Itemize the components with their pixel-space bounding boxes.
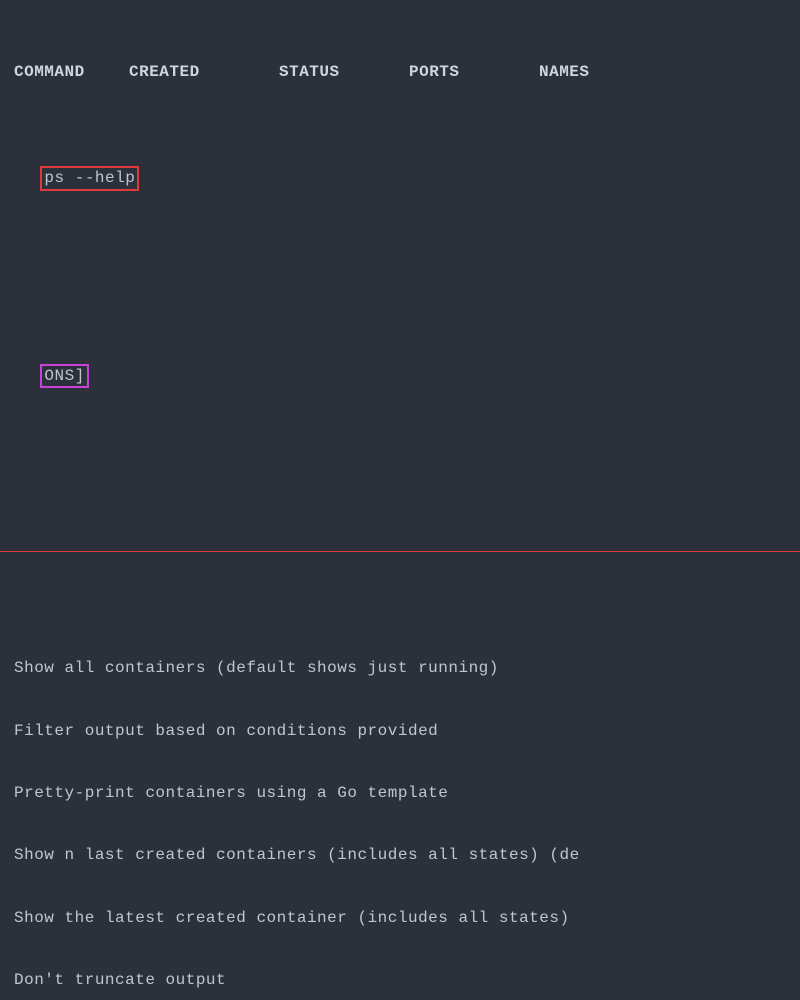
divider-top <box>0 551 800 552</box>
col-command: COMMAND <box>14 62 129 83</box>
header-row-top: COMMAND CREATED STATUS PORTS NAMES <box>0 62 800 83</box>
help-block: Show all containers (default shows just … <box>0 617 800 1000</box>
help-line: Pretty-print containers using a Go templ… <box>14 783 800 804</box>
ons-frag-text: ONS] <box>44 367 84 385</box>
help-line: Filter output based on conditions provid… <box>14 721 800 742</box>
col-names: NAMES <box>539 62 800 83</box>
cmd-help-text: ps --help <box>44 169 135 187</box>
cmd-help-line: ps --help <box>0 146 800 212</box>
col-status: STATUS <box>279 62 409 83</box>
col-created: CREATED <box>129 62 279 83</box>
col-ports: PORTS <box>409 62 539 83</box>
terminal[interactable]: COMMAND CREATED STATUS PORTS NAMES ps --… <box>0 0 800 1000</box>
ons-frag-line: ONS] <box>0 343 800 409</box>
help-line: Show all containers (default shows just … <box>14 658 800 679</box>
help-line: Don't truncate output <box>14 970 800 991</box>
help-line: Show n last created containers (includes… <box>14 845 800 866</box>
cmd-help-box: ps --help <box>40 166 139 191</box>
help-line: Show the latest created container (inclu… <box>14 908 800 929</box>
ons-frag-box: ONS] <box>40 364 88 389</box>
